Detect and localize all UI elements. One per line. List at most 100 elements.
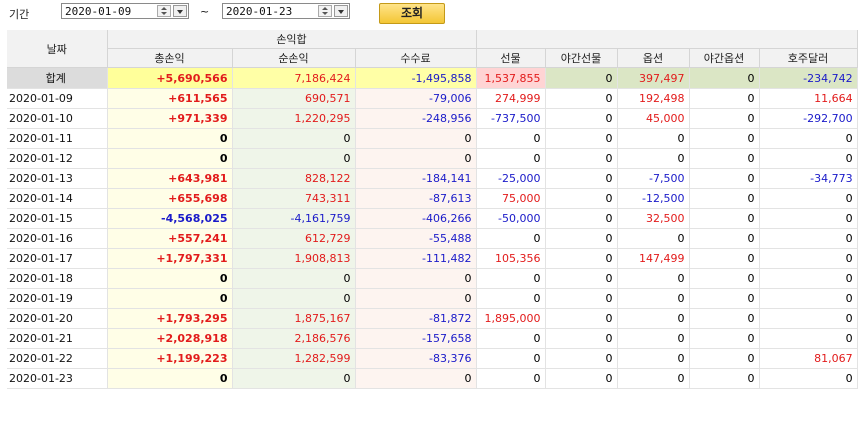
table-cell: 0	[355, 128, 477, 149]
table-cell: 0	[617, 148, 690, 169]
table-cell: 0	[689, 168, 760, 189]
header-date[interactable]: 날짜	[7, 30, 108, 68]
table-cell: 32,500	[617, 208, 690, 229]
header-futures[interactable]: 선물	[476, 48, 546, 68]
row-date: 2020-01-13	[7, 168, 108, 189]
pnl-table: 날짜 손익합 총손익 순손익 수수료 선물 야간선물 옵션 야간옵션 호주달러 …	[7, 30, 858, 389]
table-cell: 0	[545, 308, 618, 329]
table-cell: 0	[759, 188, 858, 209]
date-from-spinner-icon[interactable]	[157, 5, 171, 17]
table-row[interactable]: 2020-01-11 0 0 0 0 0 0 0 0	[7, 128, 858, 149]
table-cell: 0	[689, 228, 760, 249]
table-cell: 1,220,295	[232, 108, 356, 129]
table-cell: 0	[617, 348, 690, 369]
table-cell: 0	[689, 288, 760, 309]
table-cell: 612,729	[232, 228, 356, 249]
header-options[interactable]: 옵션	[617, 48, 690, 68]
date-to-field[interactable]: 2020-01-23	[222, 3, 350, 19]
header-aud[interactable]: 호주달러	[759, 48, 858, 68]
table-cell: 192,498	[617, 88, 690, 109]
table-cell: -737,500	[476, 108, 546, 129]
table-cell: 0	[617, 368, 690, 389]
row-date: 2020-01-20	[7, 308, 108, 329]
table-row[interactable]: 2020-01-23 0 0 0 0 0 0 0 0	[7, 368, 858, 389]
table-row[interactable]: 2020-01-16 +557,241 612,729 -55,488 0 0 0 0 0	[7, 228, 858, 249]
query-button[interactable]: 조회	[379, 3, 445, 24]
table-cell: 0	[545, 88, 618, 109]
table-cell: 0	[476, 328, 546, 349]
date-from-dropdown-icon[interactable]	[173, 5, 187, 17]
table-cell: 0	[689, 328, 760, 349]
table-cell: +557,241	[107, 228, 233, 249]
table-cell: 0	[107, 148, 233, 169]
date-from-field[interactable]: 2020-01-09	[61, 3, 189, 19]
table-cell: 45,000	[617, 108, 690, 129]
date-to-spinner-icon[interactable]	[318, 5, 332, 17]
table-cell: 0	[545, 348, 618, 369]
date-to-dropdown-icon[interactable]	[334, 5, 348, 17]
row-date: 2020-01-17	[7, 248, 108, 269]
table-cell: 0	[759, 368, 858, 389]
date-separator: ~	[200, 5, 210, 18]
table-row[interactable]: 2020-01-10 +971,339 1,220,295 -248,956 -737,…	[7, 108, 858, 129]
row-date: 2020-01-10	[7, 108, 108, 129]
table-row[interactable]: 2020-01-21 +2,028,918 2,186,576 -157,658 0 0 0…	[7, 328, 858, 349]
header-total-pnl[interactable]: 총손익	[107, 48, 233, 68]
table-cell: 0	[689, 208, 760, 229]
table-row[interactable]: 2020-01-15 -4,568,025 -4,161,759 -406,266 -5…	[7, 208, 858, 229]
header-empty-group	[476, 30, 858, 49]
table-cell: -50,000	[476, 208, 546, 229]
table-cell: 0	[476, 348, 546, 369]
table-cell: +1,199,223	[107, 348, 233, 369]
table-cell: 0	[476, 368, 546, 389]
table-row[interactable]: 2020-01-12 0 0 0 0 0 0 0 0	[7, 148, 858, 169]
table-cell: +611,565	[107, 88, 233, 109]
table-cell: 0	[617, 268, 690, 289]
header-fee[interactable]: 수수료	[355, 48, 477, 68]
table-cell: -87,613	[355, 188, 477, 209]
table-cell: 0	[617, 328, 690, 349]
table-cell: 0	[689, 148, 760, 169]
table-row[interactable]: 2020-01-19 0 0 0 0 0 0 0 0	[7, 288, 858, 309]
table-cell: 274,999	[476, 88, 546, 109]
table-cell: +2,028,918	[107, 328, 233, 349]
row-date: 2020-01-09	[7, 88, 108, 109]
table-cell: 0	[617, 228, 690, 249]
table-cell: +971,339	[107, 108, 233, 129]
table-cell: 828,122	[232, 168, 356, 189]
table-row[interactable]: 2020-01-14 +655,698 743,311 -87,613 75,000 0-…	[7, 188, 858, 209]
table-cell: 0	[232, 148, 356, 169]
header-night-options[interactable]: 야간옵션	[689, 48, 760, 68]
table-row[interactable]: 2020-01-20 +1,793,295 1,875,167 -81,872 1,89…	[7, 308, 858, 329]
table-row[interactable]: 2020-01-17 +1,797,331 1,908,813 -111,482 105…	[7, 248, 858, 269]
table-cell: 0	[617, 288, 690, 309]
table-cell: 0	[759, 268, 858, 289]
row-date: 2020-01-19	[7, 288, 108, 309]
table-cell: 0	[759, 228, 858, 249]
table-cell: 690,571	[232, 88, 356, 109]
table-cell: 0	[476, 128, 546, 149]
toolbar: 기간 2020-01-09 ~ 2020-01-23 조회	[0, 0, 859, 28]
table-cell: 147,499	[617, 248, 690, 269]
table-cell: -79,006	[355, 88, 477, 109]
table-cell: 0	[759, 248, 858, 269]
table-cell: 0	[759, 128, 858, 149]
header-net-pnl[interactable]: 순손익	[232, 48, 356, 68]
table-row[interactable]: 2020-01-22 +1,199,223 1,282,599 -83,376 0 0 0 0…	[7, 348, 858, 369]
table-cell: 1,895,000	[476, 308, 546, 329]
table-cell: 0	[545, 368, 618, 389]
table-cell: 1,875,167	[232, 308, 356, 329]
table-row[interactable]: 2020-01-18 0 0 0 0 0 0 0 0	[7, 268, 858, 289]
table-row[interactable]: 2020-01-13 +643,981 828,122 -184,141 -25,000…	[7, 168, 858, 189]
header-night-futures[interactable]: 야간선물	[545, 48, 618, 68]
table-cell: 0	[689, 67, 760, 89]
table-cell: 0	[759, 308, 858, 329]
table-row[interactable]: 2020-01-09 +611,565 690,571 -79,006 274,999 0…	[7, 88, 858, 109]
summary-label: 합계	[7, 67, 108, 89]
table-cell: 0	[759, 208, 858, 229]
table-cell: 0	[689, 348, 760, 369]
summary-row[interactable]: 합계 +5,690,566 7,186,424 -1,495,858 1,537,855…	[7, 67, 858, 89]
table-cell: -7,500	[617, 168, 690, 189]
table-cell: 1,282,599	[232, 348, 356, 369]
table-cell: -12,500	[617, 188, 690, 209]
